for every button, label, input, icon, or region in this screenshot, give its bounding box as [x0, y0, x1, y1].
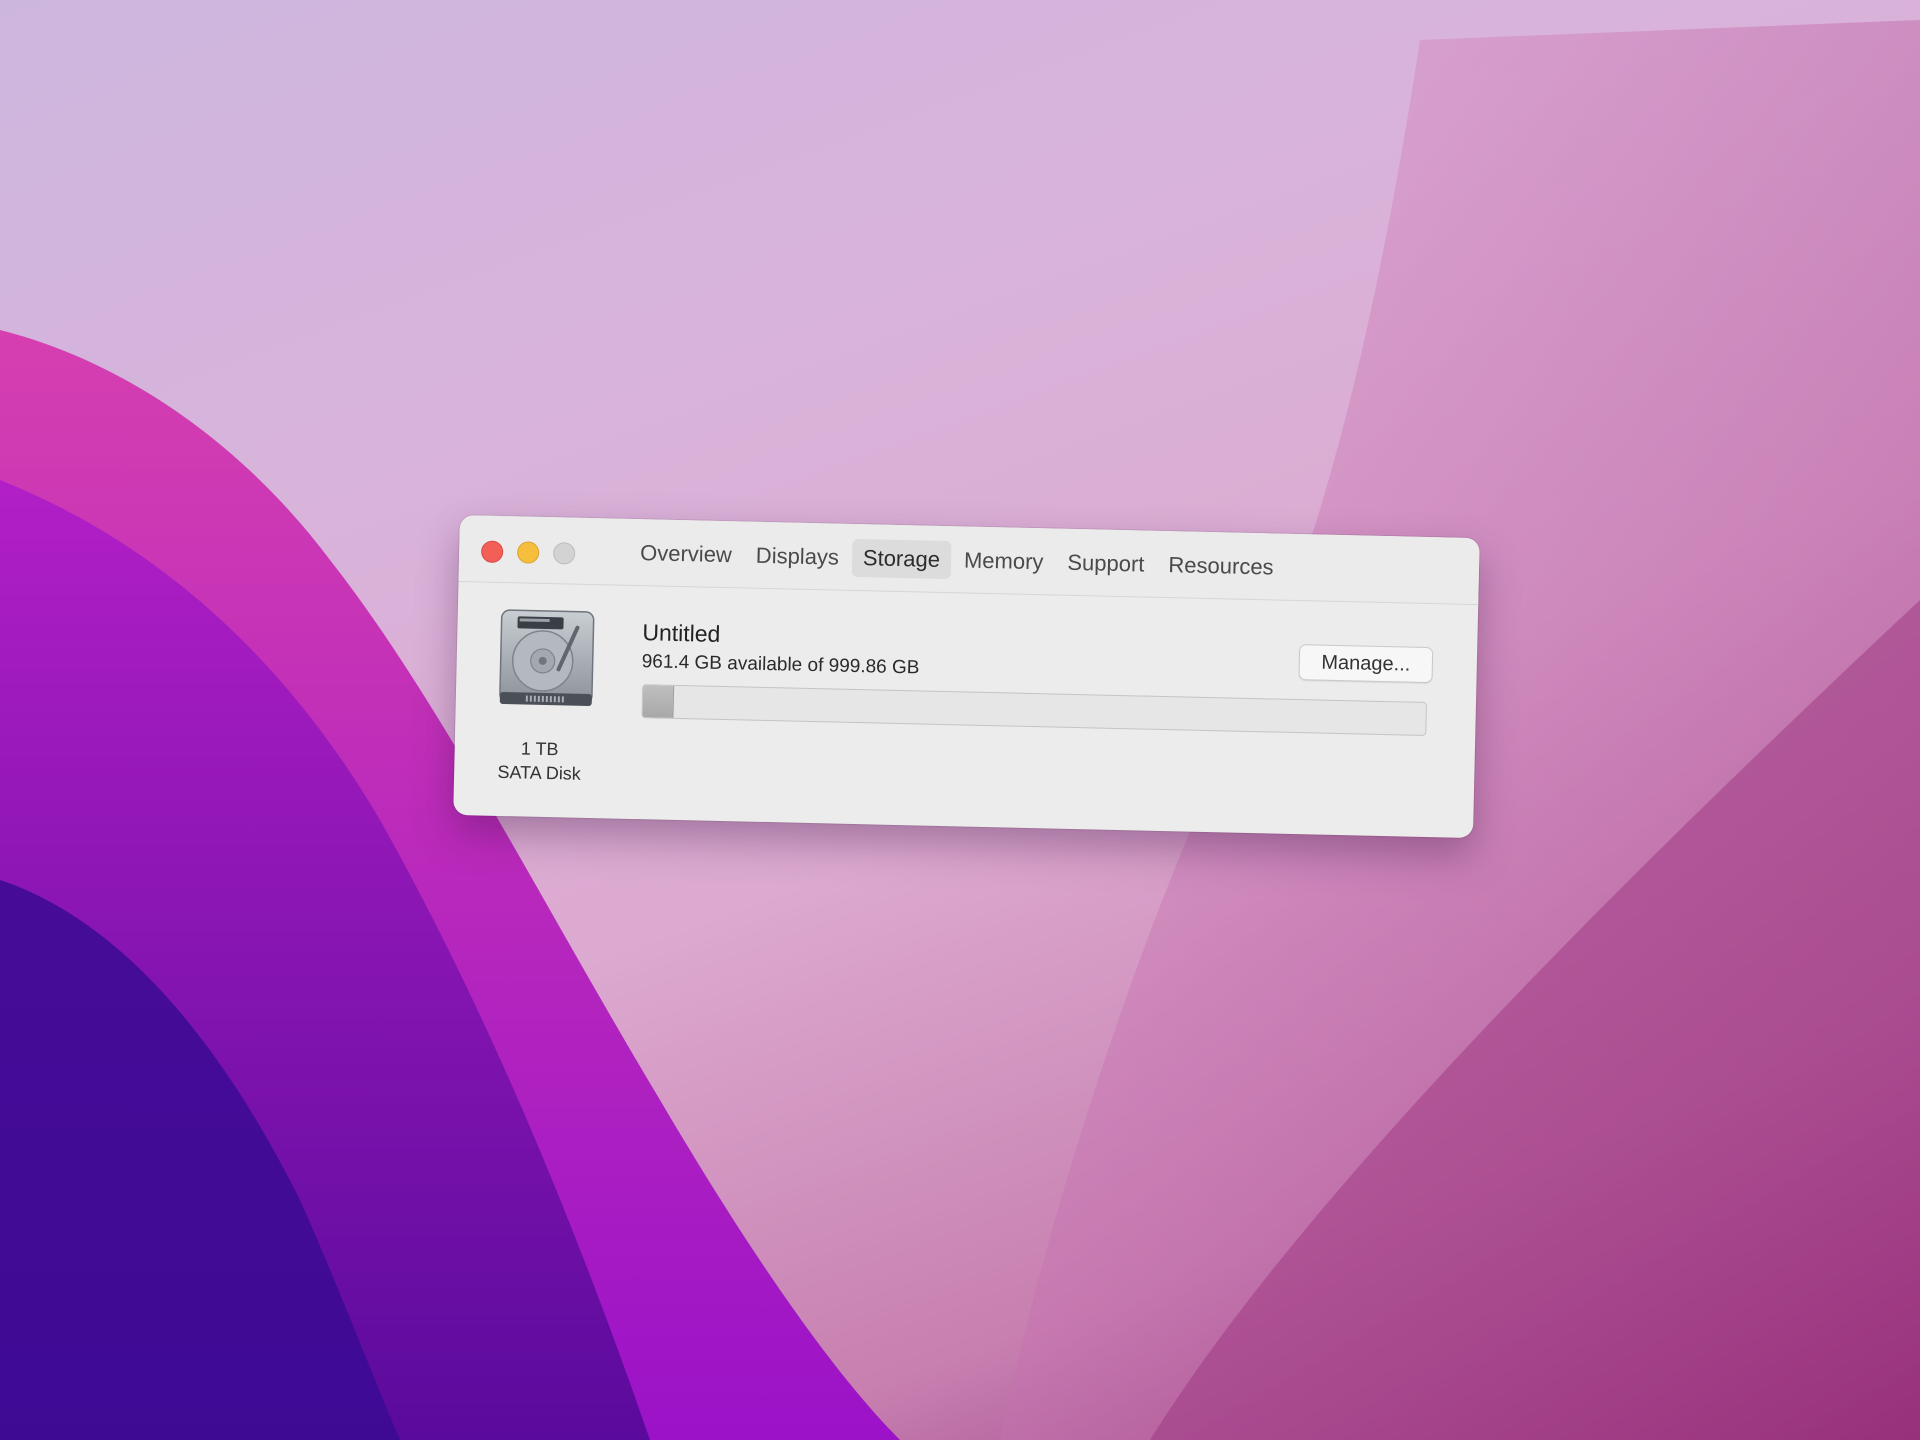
- zoom-button[interactable]: [552, 542, 576, 565]
- about-this-mac-window: Overview Displays Storage Memory Support…: [453, 515, 1480, 839]
- disk-type: SATA Disk: [497, 761, 582, 784]
- tab-memory[interactable]: Memory: [953, 541, 1055, 581]
- volume-availability: 961.4 GB available of 999.86 GB: [641, 651, 920, 679]
- storage-used-segment: [642, 685, 675, 718]
- tab-overview[interactable]: Overview: [629, 534, 744, 575]
- storage-usage-bar: [641, 684, 1428, 736]
- tab-displays[interactable]: Displays: [744, 536, 850, 576]
- tab-storage[interactable]: Storage: [851, 538, 952, 580]
- hard-drive-icon: [496, 608, 598, 710]
- disk-capacity: 1 TB: [520, 738, 559, 760]
- manage-button[interactable]: Manage...: [1298, 644, 1434, 684]
- minimize-button[interactable]: [516, 541, 540, 564]
- volume-name: Untitled: [642, 619, 721, 647]
- disk-caption: 1 TB SATA Disk: [474, 735, 605, 786]
- tab-bar: Overview Displays Storage Memory Support…: [629, 533, 1287, 588]
- close-button[interactable]: [480, 540, 504, 563]
- tab-support[interactable]: Support: [1056, 544, 1156, 584]
- tab-resources[interactable]: Resources: [1157, 546, 1285, 587]
